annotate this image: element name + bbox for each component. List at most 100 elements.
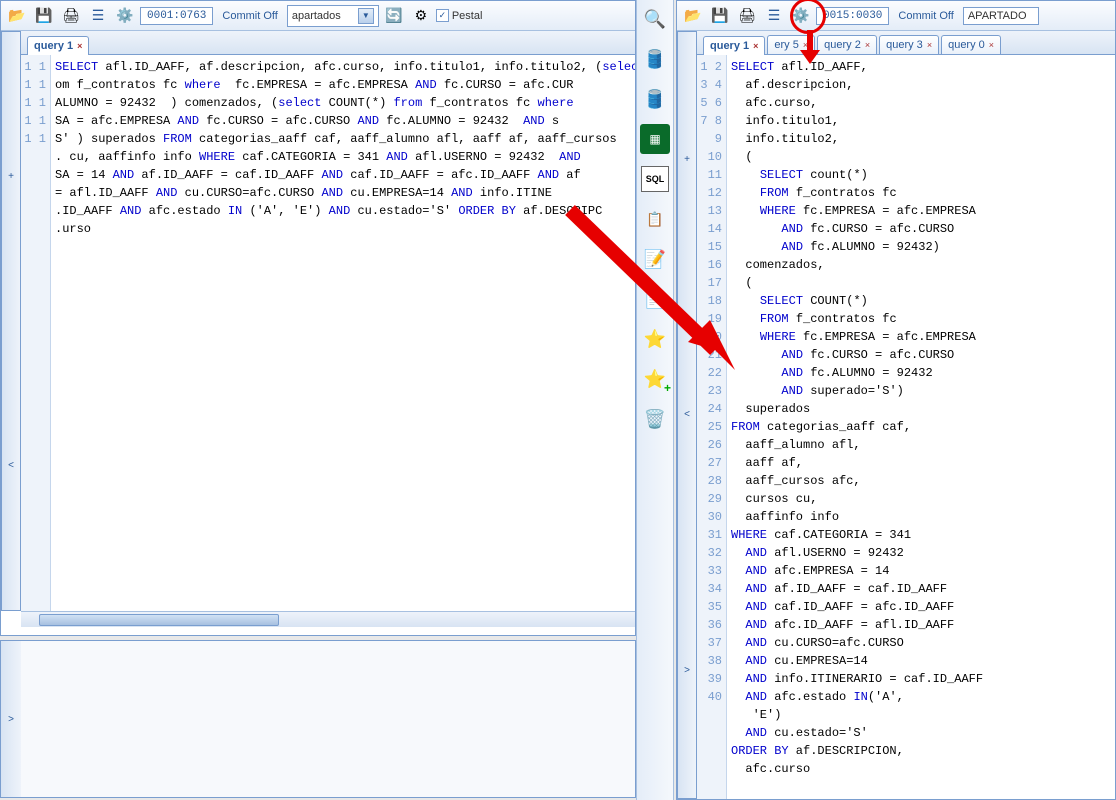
tab-query-1[interactable]: query 1 × xyxy=(27,36,89,55)
checkbox-icon[interactable]: ✓ xyxy=(436,9,449,22)
magnifier-icon[interactable]: 🔍 xyxy=(640,4,670,34)
code-line: SELECT count(*) xyxy=(731,166,1113,184)
expand-icon[interactable]: > xyxy=(3,711,19,727)
open-folder-icon[interactable]: 📂 xyxy=(5,4,29,28)
close-icon[interactable]: × xyxy=(927,40,932,50)
settings-icon[interactable]: ⚙ xyxy=(409,4,433,28)
format-icon[interactable]: ☰ xyxy=(86,4,110,28)
code-line: SELECT afl.ID_AAFF, af.descripcion, afc.… xyxy=(55,58,633,76)
left-editor[interactable]: 1 1 1 1 1 1 1 1 1 1 SELECT afl.ID_AAFF, … xyxy=(21,55,635,611)
close-icon[interactable]: × xyxy=(77,41,82,51)
code-line: ( xyxy=(731,274,1113,292)
code-line: FROM categorias_aaff caf, xyxy=(731,418,1113,436)
close-icon[interactable]: × xyxy=(865,40,870,50)
left-pane: 📂 💾 🖨 ☰ ⚙️ 0001:0763 Commit Off apartado… xyxy=(0,0,636,636)
hscroll-thumb[interactable] xyxy=(39,614,279,626)
tab-ery-5[interactable]: ery 5× xyxy=(767,35,815,54)
grid-icon[interactable]: ▦ xyxy=(640,124,670,154)
dropdown-value: apartados xyxy=(292,10,341,22)
trash-icon[interactable]: 🗑️ xyxy=(640,404,670,434)
print-icon[interactable]: 🖨 xyxy=(59,4,83,28)
tab-query-2[interactable]: query 2× xyxy=(817,35,877,54)
code-line: SELECT afl.ID_AAFF, xyxy=(731,58,1113,76)
open-folder-icon[interactable]: 📂 xyxy=(681,4,705,28)
print-icon[interactable]: 🖨 xyxy=(735,4,759,28)
schema-dropdown[interactable]: APARTADO xyxy=(963,7,1039,25)
format-sql-icon[interactable]: ☰ xyxy=(762,4,786,28)
gear-icon[interactable]: ⚙️ xyxy=(113,4,137,28)
code-line: AND afc.EMPRESA = 14 xyxy=(731,562,1113,580)
code-line: AND fc.CURSO = afc.CURSO xyxy=(731,220,1113,238)
collapse-icon[interactable]: < xyxy=(679,407,695,423)
form-icon[interactable]: 📋 xyxy=(640,204,670,234)
collapse-icon[interactable]: < xyxy=(3,458,19,474)
left-hscroll[interactable] xyxy=(21,611,635,627)
code-line: cursos cu, xyxy=(731,490,1113,508)
code-line: afc.curso, xyxy=(731,94,1113,112)
db-up-icon[interactable]: 🛢️ xyxy=(640,44,670,74)
code-line: aaff_alumno afl, xyxy=(731,436,1113,454)
code-line: = afl.ID_AAFF AND cu.CURSO=afc.CURSO AND… xyxy=(55,184,633,202)
code-line: AND info.ITINERARIO = caf.ID_AAFF xyxy=(731,670,1113,688)
code-line: AND fc.ALUMNO = 92432 xyxy=(731,364,1113,382)
note-icon[interactable]: 📝 xyxy=(640,244,670,274)
left-sidebar-gutter: + < xyxy=(1,31,21,611)
code-line: ( xyxy=(731,148,1113,166)
code-line: comenzados, xyxy=(731,256,1113,274)
plus-icon[interactable]: + xyxy=(3,169,19,185)
plus-icon[interactable]: + xyxy=(679,152,695,168)
right-editor[interactable]: 1 2 3 4 5 6 7 8 9 10 11 12 13 14 15 16 1… xyxy=(697,55,1115,799)
star-icon[interactable]: ⭐ xyxy=(640,324,670,354)
code-line: AND caf.ID_AAFF = afc.ID_AAFF xyxy=(731,598,1113,616)
cursor-position: 0015:0030 xyxy=(816,7,889,25)
code-line: AND afc.ID_AAFF = afl.ID_AAFF xyxy=(731,616,1113,634)
middle-tool-strip: 🔍 🛢️ 🛢️ ▦ SQL 📋 📝 📄 ⭐ ⭐+ 🗑️ xyxy=(636,0,674,800)
tab-label: query 1 xyxy=(710,40,749,52)
tab-label: query 0 xyxy=(948,39,985,51)
code-line: AND afl.USERNO = 92432 xyxy=(731,544,1113,562)
code-line: AND fc.ALUMNO = 92432) xyxy=(731,238,1113,256)
chevron-down-icon[interactable]: ▼ xyxy=(358,8,374,24)
checkbox-label-text: Pestal xyxy=(452,10,483,22)
code-line: .ID_AAFF AND afc.estado IN ('A', 'E') AN… xyxy=(55,202,633,220)
tab-query-1[interactable]: query 1 × xyxy=(703,36,765,55)
commit-toggle[interactable]: Commit Off xyxy=(892,8,959,24)
close-icon[interactable]: × xyxy=(989,40,994,50)
expand-icon[interactable]: > xyxy=(679,662,695,678)
code-line: info.titulo2, xyxy=(731,130,1113,148)
code-line: ALUMNO = 92432 ) comenzados, (select COU… xyxy=(55,94,633,112)
cursor-position: 0001:0763 xyxy=(140,7,213,25)
gear-icon[interactable]: ⚙️ xyxy=(789,4,813,28)
code-line: 'E') xyxy=(731,706,1113,724)
code-line: AND superado='S') xyxy=(731,382,1113,400)
code-line: info.titulo1, xyxy=(731,112,1113,130)
star-add-icon[interactable]: ⭐+ xyxy=(640,364,670,394)
close-icon[interactable]: × xyxy=(803,40,808,50)
save-icon[interactable]: 💾 xyxy=(32,4,56,28)
left-tabbar: query 1 × xyxy=(21,31,635,55)
edit-doc-icon[interactable]: 📄 xyxy=(640,284,670,314)
code-line: FROM f_contratos fc xyxy=(731,184,1113,202)
code-line: afc.curso xyxy=(731,760,1113,778)
schema-dropdown[interactable]: apartados ▼ xyxy=(287,5,379,27)
tab-query-0[interactable]: query 0 × xyxy=(941,35,1001,54)
code-line: om f_contratos fc where fc.EMPRESA = afc… xyxy=(55,76,633,94)
code-line: ORDER BY af.DESCRIPCION, xyxy=(731,742,1113,760)
left-code-area[interactable]: SELECT afl.ID_AAFF, af.descripcion, afc.… xyxy=(53,55,635,611)
tab-query-3[interactable]: query 3× xyxy=(879,35,939,54)
db-down-icon[interactable]: 🛢️ xyxy=(640,84,670,114)
commit-toggle[interactable]: Commit Off xyxy=(216,8,283,24)
code-line: WHERE fc.EMPRESA = afc.EMPRESA xyxy=(731,202,1113,220)
code-line: AND cu.estado='S' xyxy=(731,724,1113,742)
save-icon[interactable]: 💾 xyxy=(708,4,732,28)
code-line: superados xyxy=(731,400,1113,418)
tab-label: query 1 xyxy=(34,40,73,52)
tabs-checkbox-wrap[interactable]: ✓ Pestal xyxy=(436,9,483,22)
sql-icon[interactable]: SQL xyxy=(640,164,670,194)
right-code-area[interactable]: SELECT afl.ID_AAFF, af.descripcion, afc.… xyxy=(729,55,1115,799)
refresh-icon[interactable]: 🔄 xyxy=(382,4,406,28)
code-line: WHERE fc.EMPRESA = afc.EMPRESA xyxy=(731,328,1113,346)
code-line: WHERE caf.CATEGORIA = 341 xyxy=(731,526,1113,544)
right-sidebar-gutter: + < > xyxy=(677,31,697,799)
close-icon[interactable]: × xyxy=(753,41,758,51)
